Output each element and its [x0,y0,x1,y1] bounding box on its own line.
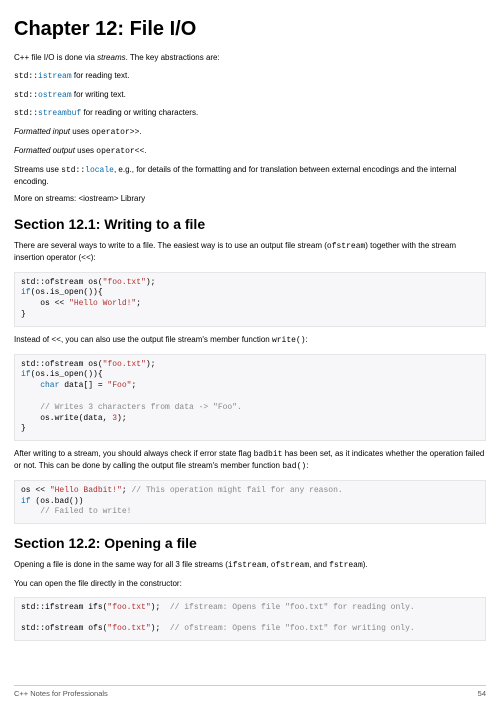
intro-fout: Formatted output uses operator<<. [14,146,486,158]
s2-p1: Opening a file is done in the same way f… [14,560,486,572]
page-footer: C++ Notes for Professionals 54 [14,685,486,699]
intro-locale: Streams use std::locale, e.g., for detai… [14,165,486,188]
s2-p2: You can open the file directly in the co… [14,579,486,590]
s1-p2: Instead of <<, you can also use the outp… [14,335,486,347]
s1-p3: After writing to a stream, you should al… [14,449,486,473]
intro-fin: Formatted input uses operator>>. [14,127,486,139]
s1-code3: os << "Hello Badbit!"; // This operation… [14,480,486,524]
footer-left: C++ Notes for Professionals [14,689,108,699]
s1-code2: std::ofstream os("foo.txt"); if(os.is_op… [14,354,486,442]
chapter-title: Chapter 12: File I/O [14,16,486,43]
intro-more: More on streams: <iostream> Library [14,194,486,205]
s1-p1: There are several ways to write to a fil… [14,241,486,265]
footer-page-number: 54 [478,689,486,699]
s2-code1: std::ifstream ifs("foo.txt"); // ifstrea… [14,597,486,641]
section-12-2-title: Section 12.2: Opening a file [14,534,486,553]
intro-istream: std::istream for reading text. [14,71,486,83]
s1-code1: std::ofstream os("foo.txt"); if(os.is_op… [14,272,486,327]
intro-ostream: std::ostream for writing text. [14,90,486,102]
intro-lead: C++ file I/O is done via streams. The ke… [14,53,486,64]
intro-streambuf: std::streambuf for reading or writing ch… [14,108,486,120]
section-12-1-title: Section 12.1: Writing to a file [14,215,486,234]
